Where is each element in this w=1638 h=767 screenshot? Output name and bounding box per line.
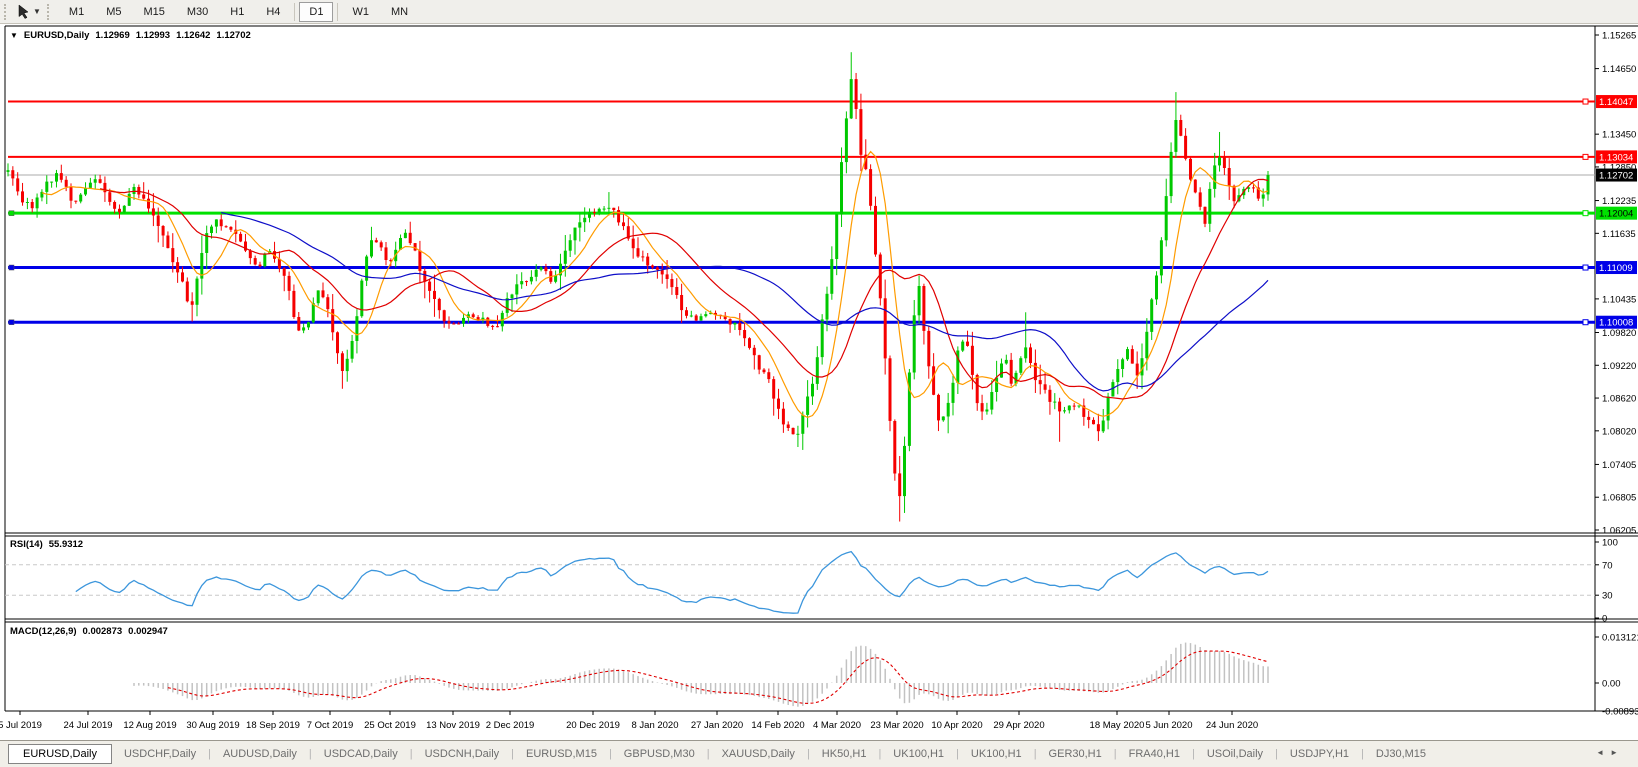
svg-text:-0.008933: -0.008933	[1602, 707, 1638, 718]
tab-scroll-left[interactable]: ◄	[1596, 748, 1610, 757]
date-label: 4 Mar 2020	[813, 720, 861, 731]
svg-text:1.11009: 1.11009	[1599, 263, 1633, 274]
date-label: 8 Jan 2020	[631, 720, 678, 731]
date-label: 7 Oct 2019	[307, 720, 353, 731]
svg-text:1.10008: 1.10008	[1599, 318, 1633, 329]
tab-uk100-h1[interactable]: UK100,H1	[959, 744, 1034, 764]
svg-text:0.013121: 0.013121	[1602, 632, 1638, 643]
date-label: 18 Sep 2019	[246, 720, 300, 731]
price-axis-tick: 1.13450	[1602, 130, 1636, 141]
date-label: 2 Dec 2019	[486, 720, 535, 731]
ohlc-high: 1.12993	[135, 30, 171, 41]
svg-text:1.12702: 1.12702	[1599, 171, 1633, 182]
tab-usdchf-daily[interactable]: USDCHF,Daily	[112, 744, 208, 764]
svg-text:0.00: 0.00	[1602, 679, 1621, 690]
toolbar-grip2	[46, 3, 52, 20]
date-label: 25 Oct 2019	[364, 720, 416, 731]
level-handle[interactable]	[8, 264, 15, 271]
price-axis-tick: 1.11635	[1602, 229, 1636, 240]
symbol-dropdown-icon[interactable]: ▼	[10, 31, 18, 40]
ohlc-close: 1.12702	[216, 30, 251, 41]
level-handle[interactable]	[8, 319, 15, 325]
level-handle[interactable]	[1582, 264, 1589, 271]
tab-gbpusd-m30[interactable]: GBPUSD,M30	[612, 744, 707, 764]
date-label: 10 Apr 2020	[931, 720, 982, 731]
tab-usdjpy-h1[interactable]: USDJPY,H1	[1278, 744, 1361, 764]
tab-usdcad-daily[interactable]: USDCAD,Daily	[312, 744, 410, 764]
level-handle[interactable]	[1582, 319, 1589, 326]
cursor-tool-dropdown-icon[interactable]: ▼	[33, 7, 41, 16]
toolbar-grip	[4, 3, 9, 20]
timeframe-button-h1[interactable]: H1	[220, 2, 254, 22]
tab-hk50-h1[interactable]: HK50,H1	[810, 744, 879, 764]
timeframe-button-m5[interactable]: M5	[96, 2, 131, 22]
rsi-indicator-label: RSI(14) 55.9312	[10, 539, 84, 550]
ohlc-low: 1.12642	[176, 30, 211, 41]
date-label: 30 Aug 2019	[186, 720, 239, 731]
date-label: 20 Dec 2019	[566, 720, 620, 731]
level-handle[interactable]	[1582, 98, 1589, 105]
svg-text:100: 100	[1602, 538, 1618, 549]
date-label: 23 Mar 2020	[870, 720, 923, 731]
tab-fra40-h1[interactable]: FRA40,H1	[1117, 744, 1192, 764]
date-label: 29 Apr 2020	[993, 720, 1044, 731]
date-label: 5 Jun 2020	[1145, 720, 1192, 731]
tab-dj30-m15[interactable]: DJ30,M15	[1364, 744, 1438, 764]
timeframe-button-mn[interactable]: MN	[381, 2, 418, 22]
timeframe-button-m1[interactable]: M1	[59, 2, 94, 22]
date-label: 5 Jul 2019	[0, 720, 42, 731]
price-axis-tick: 1.14650	[1602, 64, 1636, 75]
chart-title: ▼ EURUSD,Daily 1.12969 1.12993 1.12642 1.1270…	[10, 30, 257, 41]
svg-text:70: 70	[1602, 560, 1613, 571]
date-label: 12 Aug 2019	[123, 720, 176, 731]
tab-usoil-daily[interactable]: USOil,Daily	[1195, 744, 1275, 764]
svg-text:1.13034: 1.13034	[1599, 152, 1633, 163]
timeframe-button-m30[interactable]: M30	[177, 2, 218, 22]
timeframe-button-h4[interactable]: H4	[256, 2, 290, 22]
tab-uk100-h1[interactable]: UK100,H1	[881, 744, 956, 764]
date-label: 24 Jun 2020	[1206, 720, 1258, 731]
svg-text:1.14047: 1.14047	[1599, 97, 1633, 108]
price-axis-tick: 1.10435	[1602, 294, 1636, 305]
price-axis-tick: 1.06805	[1602, 493, 1636, 504]
price-axis-tick: 1.09220	[1602, 361, 1636, 372]
top-toolbar: ▼ M1 M5 M15 M30 H1 H4 D1 W1 MN	[0, 0, 1638, 24]
tab-usdcnh-daily[interactable]: USDCNH,Daily	[413, 744, 512, 764]
date-label: 27 Jan 2020	[691, 720, 743, 731]
level-handle[interactable]	[1582, 210, 1589, 217]
svg-text:1.12004: 1.12004	[1599, 209, 1633, 220]
date-label: 24 Jul 2019	[63, 720, 112, 731]
rsi-line	[75, 550, 1269, 614]
timeframe-button-d1[interactable]: D1	[299, 1, 334, 22]
tab-ger30-h1[interactable]: GER30,H1	[1037, 744, 1114, 764]
cursor-tool-icon[interactable]	[17, 4, 32, 19]
level-handle[interactable]	[1582, 153, 1589, 160]
svg-text:30: 30	[1602, 591, 1613, 602]
macd-indicator-label: MACD(12,26,9) 0.002873 0.002947	[10, 626, 168, 637]
date-label: 18 May 2020	[1090, 720, 1145, 731]
price-axis-tick: 1.09820	[1602, 328, 1636, 339]
date-label: 14 Feb 2020	[751, 720, 804, 731]
tab-eurusd-daily-active[interactable]: EURUSD,Daily	[8, 744, 112, 764]
price-axis-tick: 1.08020	[1602, 426, 1636, 437]
svg-text:0: 0	[1602, 614, 1607, 625]
moving-average-line	[221, 211, 1269, 392]
price-axis-tick: 1.15265	[1602, 31, 1636, 42]
tab-audusd-daily[interactable]: AUDUSD,Daily	[211, 744, 309, 764]
tab-eurusd-m15[interactable]: EURUSD,M15	[514, 744, 609, 764]
level-handle[interactable]	[8, 210, 15, 216]
price-axis-tick: 1.08620	[1602, 394, 1636, 405]
price-axis-tick: 1.06205	[1602, 526, 1636, 537]
price-axis-tick: 1.12235	[1602, 196, 1636, 207]
ohlc-open: 1.12969	[95, 30, 130, 41]
price-axis-tick: 1.07405	[1602, 460, 1636, 471]
timeframe-button-w1[interactable]: W1	[342, 2, 379, 22]
symbol-tab-bar: EURUSD,Daily USDCHF,Daily | AUDUSD,Daily | US…	[0, 740, 1638, 767]
tab-xauusd-daily[interactable]: XAUUSD,Daily	[710, 744, 807, 764]
main-chart-svg[interactable]: 1.152651.146501.134501.128501.122351.116…	[0, 0, 1638, 766]
chart-symbol: EURUSD,Daily	[23, 30, 90, 41]
timeframe-button-m15[interactable]: M15	[133, 2, 174, 22]
tab-scroll-right[interactable]: ►	[1610, 748, 1624, 757]
date-label: 13 Nov 2019	[426, 720, 480, 731]
